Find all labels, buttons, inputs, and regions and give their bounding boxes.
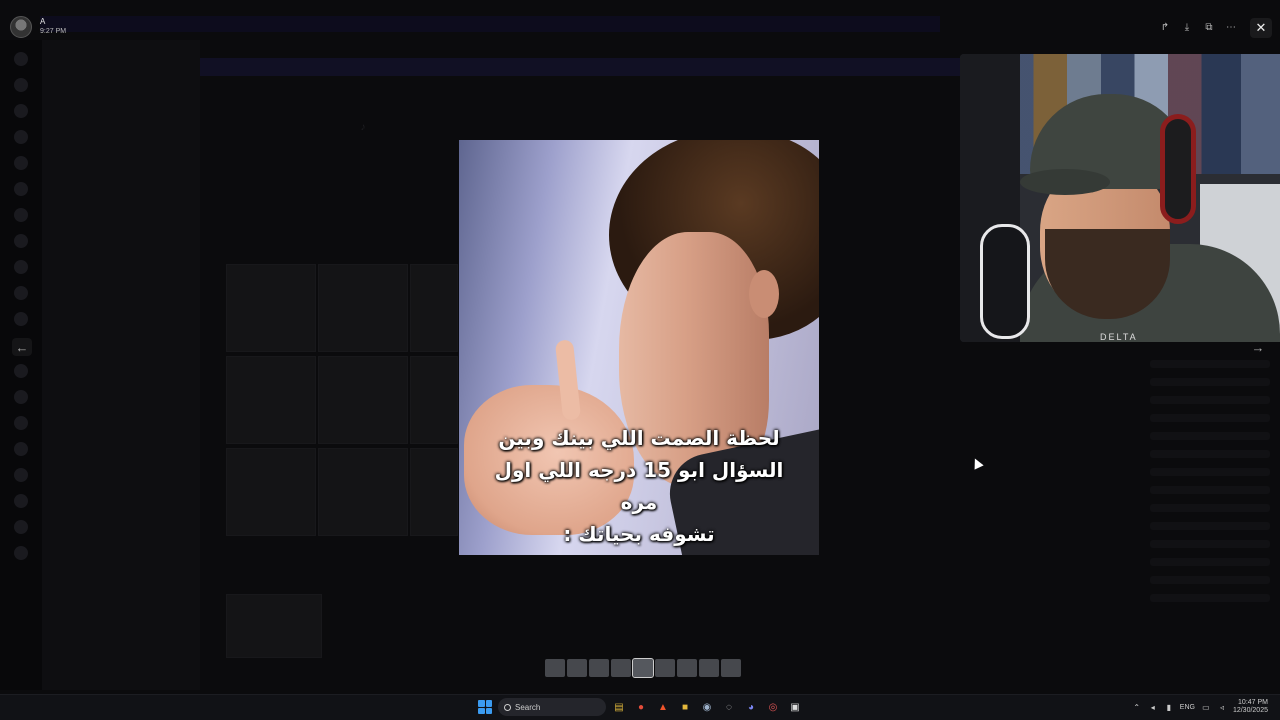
user-meta: A 9:27 PM: [40, 17, 66, 37]
avatar[interactable]: [10, 16, 32, 38]
gallery-thumbnail[interactable]: [677, 659, 697, 677]
brave-icon: ▲: [658, 701, 668, 713]
background-thumbnail: [226, 356, 316, 444]
user-time: 9:27 PM: [40, 28, 67, 35]
member-list: [1150, 350, 1270, 680]
gallery-thumbnail[interactable]: [567, 659, 587, 677]
background-header: [40, 16, 940, 32]
background-thumbnail: [226, 264, 316, 352]
close-button[interactable]: ✕: [1250, 18, 1272, 38]
background-thumbnail: [226, 448, 316, 536]
gallery-thumbnail[interactable]: [699, 659, 719, 677]
caption-line: تشوفه بحياتك :: [563, 522, 715, 546]
forward-icon: ↱: [1160, 21, 1170, 33]
background-banner: [200, 58, 960, 76]
gallery-thumbnail[interactable]: [589, 659, 609, 677]
tiktok-logo-icon: ♪: [360, 122, 366, 133]
app-button[interactable]: ◌: [720, 698, 738, 716]
close-icon: ✕: [1255, 20, 1267, 35]
background-thumbnail: [318, 264, 408, 352]
gallery-thumbnail[interactable]: [632, 658, 654, 678]
gallery-thumbnail[interactable]: [721, 659, 741, 677]
webcam-headphones: [1160, 114, 1196, 224]
obs-button[interactable]: ◎: [764, 698, 782, 716]
taskbar-apps: Search ▤ ● ▲ ■ ◉ ◌ ◕ ◎ ▣: [476, 698, 804, 716]
open-external-icon: ⧉: [1205, 21, 1213, 33]
more-icon: ⋯: [1226, 21, 1236, 33]
gallery-thumbnail[interactable]: [545, 659, 565, 677]
download-button[interactable]: ⤓: [1178, 18, 1196, 36]
search-label: Search: [515, 702, 541, 712]
brave-button[interactable]: ▲: [654, 698, 672, 716]
user-name: A: [40, 17, 46, 26]
taskbar: Search ▤ ● ▲ ■ ◉ ◌ ◕ ◎ ▣ ⌃ ◂ ▮ ENG ▭ ◃ 10:47 PM …: [0, 694, 1280, 720]
clock-date: 12/30/2025: [1232, 707, 1268, 714]
webcam-shirt-text: DELTA: [1100, 332, 1138, 342]
background-thumbnail: [410, 356, 458, 444]
arrow-left-icon: ←: [15, 339, 29, 355]
file-explorer-button[interactable]: ▤: [610, 698, 628, 716]
taskbar-search[interactable]: Search: [498, 698, 606, 716]
background-thumbnail: [226, 594, 322, 658]
system-tray: ⌃ ◂ ▮ ENG ▭ ◃ 10:47 PM 12/30/2025: [1132, 699, 1268, 715]
steam-button[interactable]: ◉: [698, 698, 716, 716]
channel-list: [42, 40, 200, 690]
chevron-up-icon[interactable]: ⌃: [1132, 702, 1142, 712]
background-thumbnail: [410, 264, 458, 352]
webcam-overlay: DELTA: [960, 54, 1280, 342]
discord-icon: ◕: [747, 701, 755, 713]
user-info[interactable]: A 9:27 PM: [10, 16, 66, 38]
search-icon: [504, 703, 511, 711]
media-image[interactable]: لحظة الصمت اللي بينك وبين السؤال ابو 15 …: [459, 140, 819, 555]
epic-games-icon: ▣: [790, 701, 800, 713]
microphone-icon[interactable]: ▮: [1164, 702, 1174, 712]
download-icon: ⤓: [1184, 21, 1190, 33]
viewer-actions: ↱ ⤓ ⧉ ⋯ ✕: [1156, 18, 1272, 38]
webcam-cap-brim: [1020, 169, 1110, 195]
language-indicator[interactable]: ENG: [1180, 704, 1195, 711]
caption-line: السؤال ابو 15 درجه اللي اول مره: [494, 458, 784, 514]
previous-button[interactable]: ←: [12, 338, 32, 356]
open-external-button[interactable]: ⧉: [1200, 18, 1218, 36]
folder-icon: ■: [681, 701, 689, 713]
network-icon[interactable]: ▭: [1201, 702, 1211, 712]
chrome-icon: ●: [637, 701, 645, 713]
more-button[interactable]: ⋯: [1222, 18, 1240, 36]
app-icon: ◌: [726, 701, 732, 713]
background-thumbnail: [318, 356, 408, 444]
screen: ♪ A 9:27 PM ↱ ⤓ ⧉ ⋯ ✕ ← → لحظة الصمت الل…: [0, 0, 1280, 720]
steam-icon: ◉: [702, 701, 712, 713]
gallery-strip: [545, 658, 741, 678]
volume-icon[interactable]: ◃: [1217, 702, 1227, 712]
discord-button[interactable]: ◕: [742, 698, 760, 716]
epic-games-button[interactable]: ▣: [786, 698, 804, 716]
background-thumbnail: [410, 448, 458, 536]
obs-icon: ◎: [768, 701, 778, 713]
clock[interactable]: 10:47 PM 12/30/2025: [1233, 699, 1268, 715]
chrome-button[interactable]: ●: [632, 698, 650, 716]
meme-caption: لحظة الصمت اللي بينك وبين السؤال ابو 15 …: [479, 422, 799, 550]
webcam-microphone: [980, 224, 1030, 339]
speaker-icon[interactable]: ◂: [1148, 702, 1158, 712]
gallery-thumbnail[interactable]: [611, 659, 631, 677]
forward-button[interactable]: ↱: [1156, 18, 1174, 36]
gallery-thumbnail[interactable]: [655, 659, 675, 677]
start-button[interactable]: [476, 698, 494, 716]
background-thumbnail: [318, 448, 408, 536]
file-explorer-icon: ▤: [614, 701, 624, 713]
clock-time: 10:47 PM: [1238, 699, 1268, 706]
folder-button[interactable]: ■: [676, 698, 694, 716]
image-ear: [749, 270, 779, 318]
server-rail: [0, 40, 42, 690]
caption-line: لحظة الصمت اللي بينك وبين: [498, 426, 780, 450]
